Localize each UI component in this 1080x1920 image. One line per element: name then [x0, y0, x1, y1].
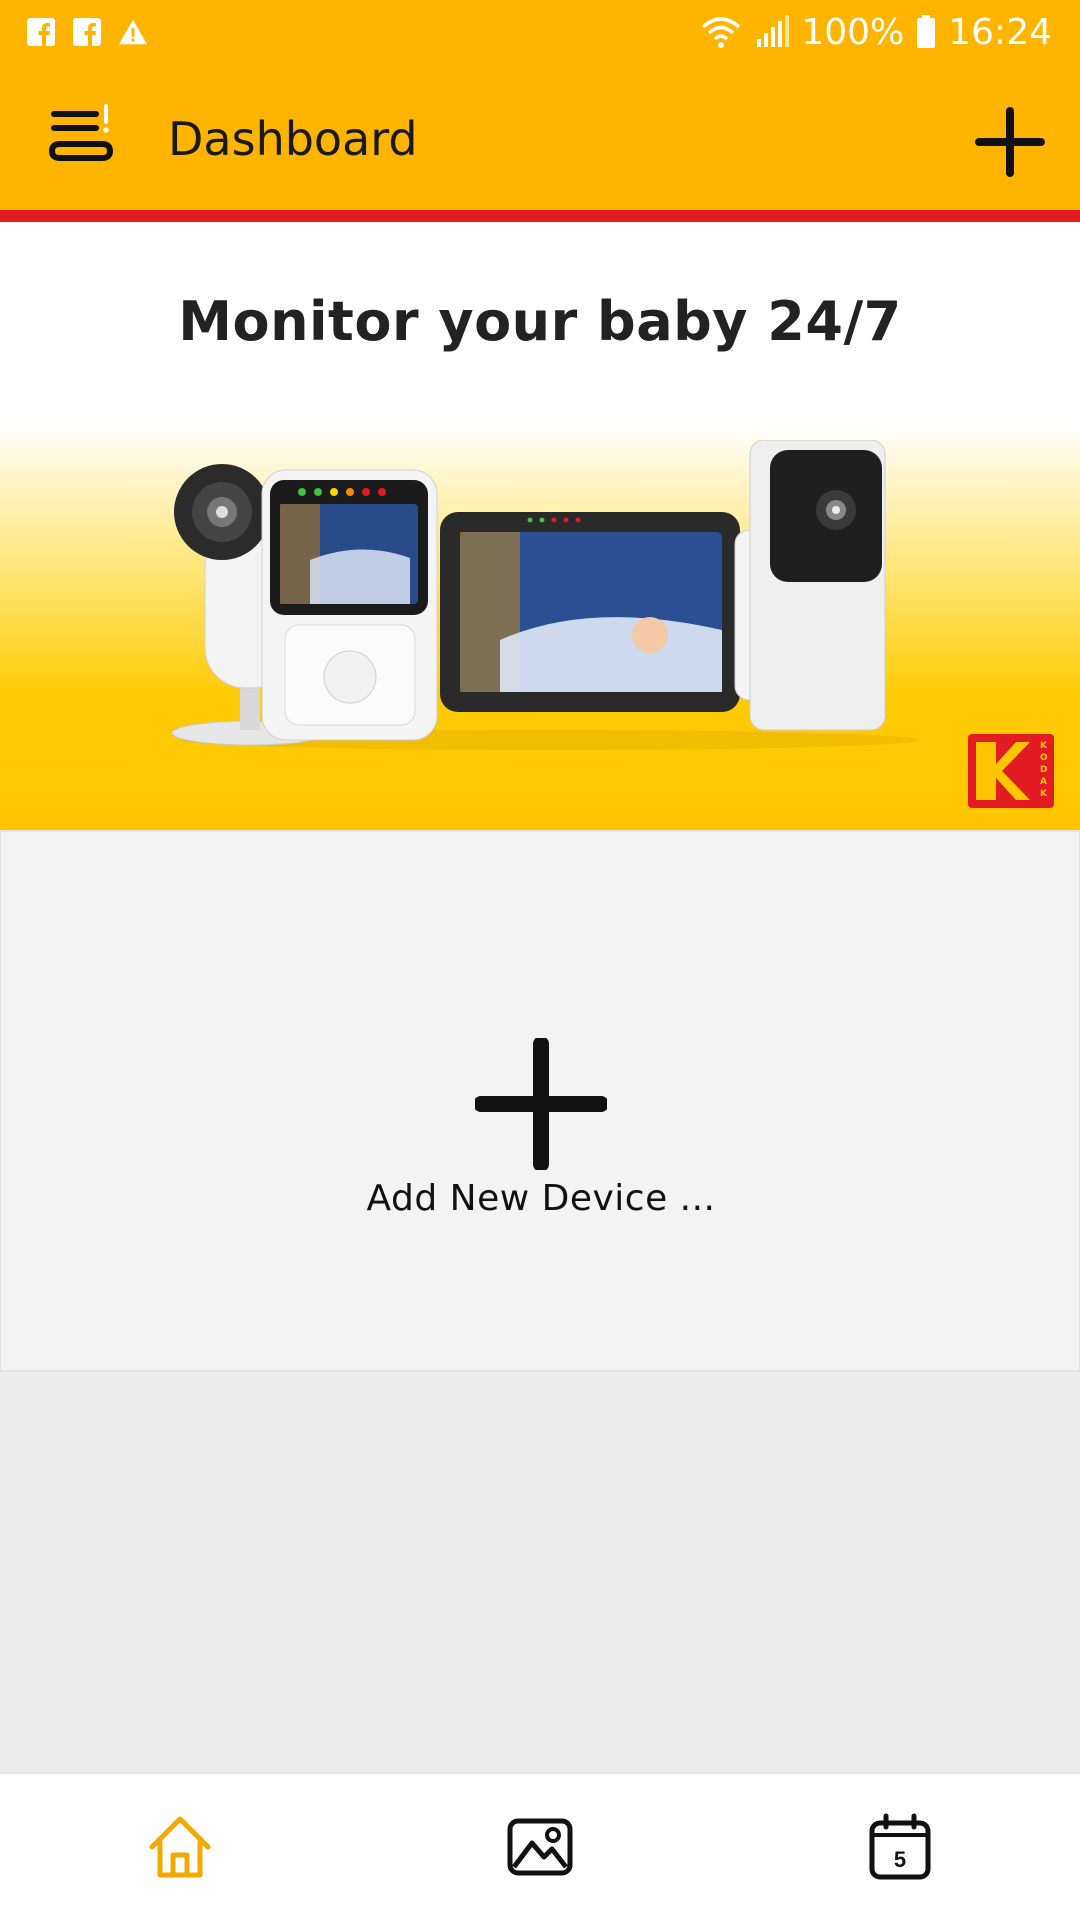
- svg-text:O: O: [1040, 753, 1048, 763]
- facebook-icon: [72, 17, 102, 47]
- promo-banner[interactable]: Monitor your baby 24/7 K O D A K: [0, 222, 1080, 830]
- calendar-icon: 5: [869, 1813, 931, 1880]
- add-new-device-label: Add New Device ...: [366, 1178, 716, 1219]
- plus-icon: [975, 107, 1045, 177]
- battery-icon: [916, 15, 936, 49]
- svg-text:D: D: [1040, 765, 1047, 775]
- gallery-icon: [507, 1818, 573, 1876]
- calendar-badge: 5: [894, 1847, 906, 1872]
- add-device-button[interactable]: [968, 100, 1052, 184]
- menu-alert-icon: [48, 104, 114, 161]
- app-bar: Dashboard: [0, 64, 1080, 210]
- system-status: 100% 16:24: [699, 12, 1052, 53]
- svg-text:A: A: [1040, 777, 1047, 787]
- accent-divider: [0, 210, 1080, 222]
- nav-calendar[interactable]: 5: [720, 1774, 1080, 1920]
- svg-text:K: K: [1040, 741, 1048, 751]
- kodak-logo: KOD AK: [968, 734, 1054, 808]
- warning-icon: [118, 17, 148, 47]
- menu-button[interactable]: [48, 100, 120, 172]
- baby-monitor-products-image: [171, 440, 920, 750]
- notification-icons: [26, 17, 148, 47]
- clock: 16:24: [948, 11, 1052, 53]
- nav-home[interactable]: [0, 1774, 360, 1920]
- nav-gallery[interactable]: [360, 1774, 720, 1920]
- page-title: Dashboard: [168, 112, 418, 166]
- facebook-icon: [26, 17, 56, 47]
- banner-headline: Monitor your baby 24/7: [178, 290, 902, 353]
- bottom-navigation: 5: [0, 1772, 1080, 1920]
- status-bar: 100% 16:24: [0, 0, 1080, 64]
- plus-icon: [475, 1038, 607, 1170]
- battery-percent: 100%: [801, 11, 905, 53]
- svg-text:K: K: [1040, 789, 1048, 799]
- add-new-device-card[interactable]: Add New Device ...: [0, 830, 1080, 1372]
- signal-icon: [755, 15, 790, 49]
- wifi-icon: [699, 15, 743, 49]
- home-icon: [149, 1816, 211, 1878]
